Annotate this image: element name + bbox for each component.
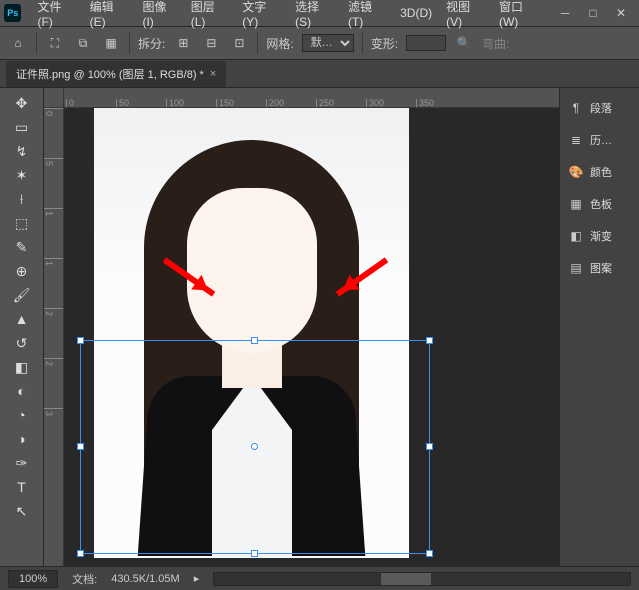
curve-label: 弯曲: <box>482 35 509 52</box>
doc-size: 430.5K/1.05M <box>111 573 180 585</box>
horizontal-scrollbar[interactable] <box>213 572 631 586</box>
search-icon[interactable]: 🔍 <box>454 33 474 53</box>
close-tab-icon[interactable]: × <box>210 68 216 80</box>
type-tool[interactable]: T <box>10 476 34 498</box>
marquee-tool[interactable]: ▭ <box>10 116 34 138</box>
doc-label: 文档: <box>72 571 97 587</box>
transform-handle-tl[interactable] <box>77 337 84 344</box>
distort-icon[interactable]: ▦ <box>101 33 121 53</box>
transform-handle-bl[interactable] <box>77 550 84 557</box>
quick-select-tool[interactable]: ✶ <box>10 164 34 186</box>
ruler-corner <box>44 88 64 108</box>
menu-file[interactable]: 文件(F) <box>31 0 81 31</box>
brush-tool[interactable]: 🖌 <box>10 284 34 306</box>
scrollbar-thumb[interactable] <box>381 573 431 585</box>
transform-handle-tr[interactable] <box>426 337 433 344</box>
transform-handle-bm[interactable] <box>251 550 258 557</box>
gradient-tool[interactable]: ◐ <box>10 380 34 402</box>
eyedropper-tool[interactable]: ✎ <box>10 236 34 258</box>
menu-edit[interactable]: 编辑(E) <box>84 0 135 31</box>
pattern-icon: ▤ <box>568 260 584 276</box>
zoom-level[interactable]: 100% <box>8 570 58 588</box>
history-brush-tool[interactable]: ↺ <box>10 332 34 354</box>
vertical-ruler: 0511223 <box>44 108 64 566</box>
status-bar: 100% 文档: 430.5K/1.05M ▸ <box>0 566 639 590</box>
home-icon[interactable]: ⌂ <box>8 33 28 53</box>
doc-dropdown-icon[interactable]: ▸ <box>194 572 200 585</box>
menu-bar: Ps 文件(F) 编辑(E) 图像(I) 图层(L) 文字(Y) 选择(S) 滤… <box>0 0 639 26</box>
panel-pattern[interactable]: ▤图案 <box>564 258 635 278</box>
path-select-tool[interactable]: ↖ <box>10 500 34 522</box>
history-icon: ≣ <box>568 132 584 148</box>
chain-icon[interactable]: ⧉ <box>73 33 93 53</box>
panel-color[interactable]: 🎨颜色 <box>564 162 635 182</box>
color-icon: 🎨 <box>568 164 584 180</box>
menu-select[interactable]: 选择(S) <box>289 0 340 31</box>
panel-gradient[interactable]: ◧渐变 <box>564 226 635 246</box>
pen-tool[interactable]: ✑ <box>10 452 34 474</box>
menu-layer[interactable]: 图层(L) <box>185 0 235 31</box>
blur-tool[interactable]: ◔ <box>10 404 34 426</box>
transform-bounding-box[interactable] <box>80 340 430 554</box>
panel-paragraph[interactable]: ¶段落 <box>564 98 635 118</box>
maximize-button[interactable]: □ <box>579 0 607 26</box>
crop-tool[interactable]: ⟊ <box>10 188 34 210</box>
document-tab-title: 证件照.png @ 100% (图层 1, RGB/8) * <box>16 66 204 82</box>
options-bar: ⌂ ⛶ ⧉ ▦ 拆分: ⊞ ⊟ ⊡ 网格: 默… 变形: 🔍 弯曲: <box>0 26 639 60</box>
warp-input[interactable] <box>406 35 446 51</box>
menu-type[interactable]: 文字(Y) <box>236 0 287 31</box>
transform-handle-mr[interactable] <box>426 443 433 450</box>
portrait-face <box>187 188 317 353</box>
dodge-tool[interactable]: ◑ <box>10 428 34 450</box>
minimize-button[interactable]: ─ <box>551 0 579 26</box>
panel-swatches[interactable]: ▦色板 <box>564 194 635 214</box>
transform-icon[interactable]: ⛶ <box>45 33 65 53</box>
close-button[interactable]: ✕ <box>607 0 635 26</box>
split-grid-2-icon[interactable]: ⊟ <box>201 33 221 53</box>
menu-filter[interactable]: 滤镜(T) <box>342 0 392 31</box>
horizontal-ruler: 050100150200250300350 <box>64 88 559 108</box>
menu-3d[interactable]: 3D(D) <box>394 4 438 22</box>
healing-tool[interactable]: ⊕ <box>10 260 34 282</box>
move-tool[interactable]: ✥ <box>10 92 34 114</box>
stamp-tool[interactable]: ▲ <box>10 308 34 330</box>
eraser-tool[interactable]: ◧ <box>10 356 34 378</box>
canvas-area[interactable]: 050100150200250300350 0511223 <box>44 88 559 566</box>
grid-label: 网格: <box>266 35 293 52</box>
split-grid-3-icon[interactable]: ⊡ <box>229 33 249 53</box>
menu-image[interactable]: 图像(I) <box>136 0 182 31</box>
grid-select[interactable]: 默… <box>302 34 354 52</box>
gradient-icon: ◧ <box>568 228 584 244</box>
app-logo-icon: Ps <box>4 4 21 22</box>
document-tab-bar: 证件照.png @ 100% (图层 1, RGB/8) * × <box>0 60 639 88</box>
transform-handle-tm[interactable] <box>251 337 258 344</box>
split-label: 拆分: <box>138 35 165 52</box>
lasso-tool[interactable]: ↯ <box>10 140 34 162</box>
document-tab[interactable]: 证件照.png @ 100% (图层 1, RGB/8) * × <box>6 61 226 87</box>
right-panel: ¶段落 ≣历… 🎨颜色 ▦色板 ◧渐变 ▤图案 <box>559 88 639 566</box>
swatches-icon: ▦ <box>568 196 584 212</box>
warp-label: 变形: <box>371 35 398 52</box>
transform-handle-ml[interactable] <box>77 443 84 450</box>
frame-tool[interactable]: ⬚ <box>10 212 34 234</box>
transform-handle-center[interactable] <box>251 443 258 450</box>
paragraph-icon: ¶ <box>568 100 584 116</box>
menu-view[interactable]: 视图(V) <box>440 0 491 31</box>
panel-history[interactable]: ≣历… <box>564 130 635 150</box>
menu-window[interactable]: 窗口(W) <box>493 0 547 31</box>
toolbar: ✥ ▭ ↯ ✶ ⟊ ⬚ ✎ ⊕ 🖌 ▲ ↺ ◧ ◐ ◔ ◑ ✑ T ↖ <box>0 88 44 566</box>
transform-handle-br[interactable] <box>426 550 433 557</box>
split-grid-1-icon[interactable]: ⊞ <box>173 33 193 53</box>
